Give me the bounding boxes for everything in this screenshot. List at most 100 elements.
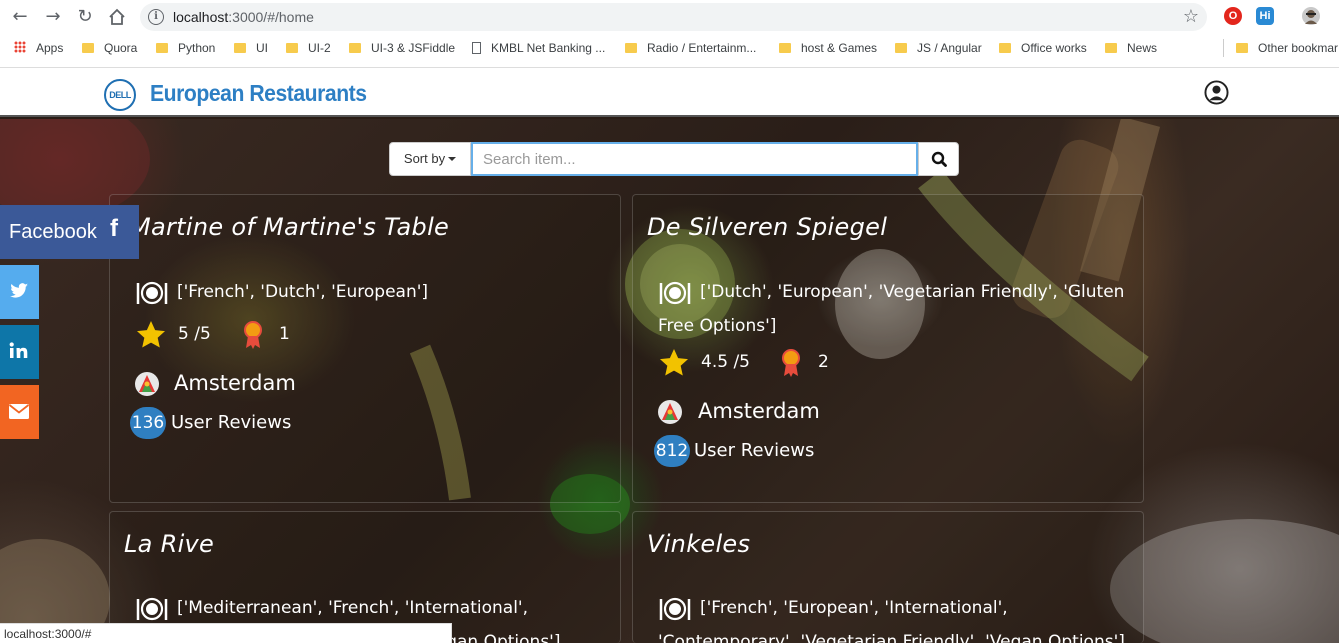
back-arrow-icon[interactable]: ← (9, 6, 31, 28)
rating-value: 5 /5 (178, 324, 211, 344)
restaurant-name[interactable]: Vinkeles (647, 530, 750, 558)
brand-title[interactable]: European Restaurants (150, 80, 367, 107)
bookmark-other[interactable]: Other bookmar (1236, 40, 1338, 56)
reload-icon[interactable]: ↻ (74, 6, 96, 28)
facebook-label: Facebook (9, 221, 97, 243)
bookmark-ui-2[interactable]: UI-2 (286, 40, 331, 56)
linkedin-icon (9, 342, 28, 358)
plate-cutlery-icon (659, 281, 691, 305)
twitter-icon (10, 283, 28, 298)
bookmark-js-angular[interactable]: JS / Angular (895, 40, 982, 56)
facebook-share-button[interactable]: Facebook f (0, 205, 139, 259)
star-icon (137, 321, 165, 348)
bookmark-ui[interactable]: UI (234, 40, 268, 56)
review-count-badge: 136 (130, 407, 166, 439)
twitter-share-button[interactable] (0, 265, 39, 319)
map-location-icon (658, 400, 682, 424)
bookmark-label: Other bookmar (1258, 41, 1339, 55)
folder-icon (82, 43, 94, 53)
bookmark-python[interactable]: Python (156, 40, 215, 56)
bookmarks-divider (1223, 39, 1224, 57)
forward-arrow-icon[interactable]: → (42, 6, 64, 28)
search-input[interactable] (471, 142, 918, 176)
user-account-icon[interactable] (1204, 80, 1229, 105)
site-info-icon[interactable]: i (148, 9, 164, 25)
bookmark-label: UI-2 (308, 41, 331, 55)
bookmark-office-works[interactable]: Office works (999, 40, 1087, 56)
restaurant-city: Amsterdam (698, 399, 820, 423)
folder-icon (625, 43, 637, 53)
review-count-badge: 812 (654, 435, 690, 467)
folder-icon (1236, 43, 1248, 53)
folder-icon (779, 43, 791, 53)
restaurant-card[interactable]: De Silveren Spiegel ['Dutch', 'European'… (632, 194, 1144, 503)
rating-value: 4.5 /5 (701, 352, 750, 372)
browser-status-bar: localhost:3000/# (0, 623, 452, 643)
award-ribbon-icon (782, 349, 800, 377)
bookmark-host-games[interactable]: host & Games (779, 40, 877, 56)
address-bar[interactable]: i localhost:3000/#/home ☆ (140, 3, 1207, 31)
cuisine-list: ['French', 'European', 'International', … (658, 591, 1128, 643)
apps-grid-icon (14, 41, 26, 53)
search-button[interactable] (918, 142, 959, 176)
cuisine-text: ['French', 'European', 'International', … (658, 598, 1125, 643)
bookmark-quora[interactable]: Quora (82, 40, 137, 56)
bookmark-label: KMBL Net Banking ... (491, 41, 606, 55)
folder-icon (234, 43, 246, 53)
folder-icon (999, 43, 1011, 53)
sort-by-dropdown[interactable]: Sort by (389, 142, 471, 176)
bookmark-radio-entertainment[interactable]: Radio / Entertainm... (625, 40, 756, 56)
plate-cutlery-icon (136, 281, 168, 305)
rank-value: 2 (818, 352, 829, 372)
email-share-button[interactable] (0, 385, 39, 439)
address-url[interactable]: localhost:3000/#/home (173, 9, 314, 25)
plate-cutlery-icon (659, 597, 691, 621)
bookmark-label: JS / Angular (917, 41, 982, 55)
rank-value: 1 (279, 324, 290, 344)
award-ribbon-icon (244, 321, 262, 349)
bookmark-ui-3-jsfiddle[interactable]: UI-3 & JSFiddle (349, 40, 455, 56)
cuisine-list: ['Dutch', 'European', 'Vegetarian Friend… (658, 275, 1128, 343)
folder-icon (349, 43, 361, 53)
dell-logo[interactable]: DELL (104, 79, 136, 111)
home-icon[interactable] (106, 6, 128, 28)
hi-extension-icon[interactable]: Hi (1256, 7, 1274, 25)
restaurant-name[interactable]: Martine of Martine's Table (130, 213, 449, 241)
bookmark-label: Python (178, 41, 216, 55)
bookmark-apps[interactable]: Apps (14, 40, 63, 56)
facebook-icon: f (110, 215, 118, 242)
bookmark-news[interactable]: News (1105, 40, 1157, 56)
browser-toolbar: ← → ↻ i localhost:3000/#/home ☆ O Hi (0, 0, 1339, 34)
rating-row: 4.5 /5 2 (658, 345, 958, 379)
restaurant-card[interactable]: Martine of Martine's Table ['French', 'D… (109, 194, 621, 503)
url-host: localhost (173, 9, 229, 25)
bookmark-star-icon[interactable]: ☆ (1183, 6, 1199, 27)
bookmark-label: UI (256, 41, 268, 55)
restaurant-card[interactable]: Vinkeles ['French', 'European', 'Interna… (632, 511, 1144, 643)
map-location-icon (135, 372, 159, 396)
opera-extension-icon[interactable]: O (1224, 7, 1242, 25)
bookmark-label: Apps (36, 41, 64, 55)
envelope-icon (8, 404, 30, 419)
cuisine-text: ['French', 'Dutch', 'European'] (177, 282, 429, 302)
bookmark-label: News (1127, 41, 1158, 55)
user-reviews-link[interactable]: User Reviews (171, 407, 291, 439)
rating-row: 5 /5 1 (135, 317, 435, 351)
browser-chrome: ← → ↻ i localhost:3000/#/home ☆ O Hi App… (0, 0, 1339, 67)
search-icon (931, 151, 947, 167)
bookmark-label: Office works (1021, 41, 1087, 55)
caret-down-icon (448, 157, 457, 161)
restaurant-name[interactable]: De Silveren Spiegel (647, 213, 887, 241)
bookmark-kmbl-net-banking[interactable]: KMBL Net Banking ... (472, 40, 605, 56)
restaurant-name[interactable]: La Rive (124, 530, 214, 558)
star-icon (660, 349, 688, 376)
user-reviews-link[interactable]: User Reviews (694, 435, 814, 467)
profile-avatar-icon[interactable] (1302, 7, 1320, 25)
plate-cutlery-icon (136, 597, 168, 621)
bookmark-label: host & Games (801, 41, 878, 55)
search-bar: Sort by (389, 142, 959, 176)
linkedin-share-button[interactable] (0, 325, 39, 379)
folder-icon (1105, 43, 1117, 53)
page-icon (472, 42, 481, 54)
cuisine-text: ['Dutch', 'European', 'Vegetarian Friend… (658, 282, 1125, 336)
